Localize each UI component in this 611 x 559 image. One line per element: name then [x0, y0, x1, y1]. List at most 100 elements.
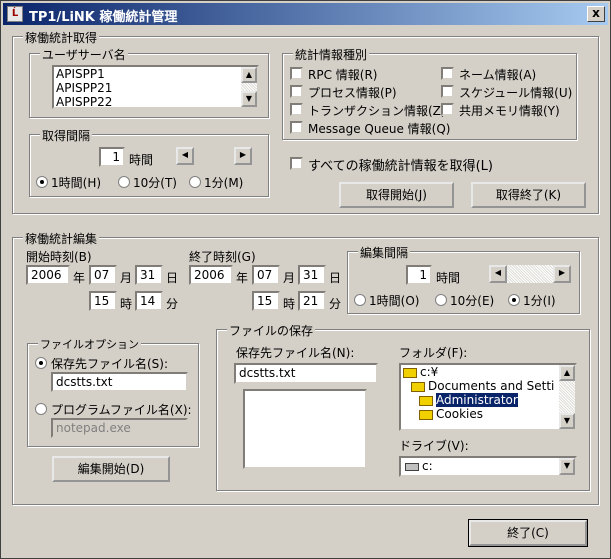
start-minute-unit: 分 — [166, 297, 179, 311]
drive-icon — [405, 462, 419, 471]
drive-value: c: — [422, 459, 433, 473]
acquire-group-legend: 稼働統計取得 — [23, 29, 100, 46]
edit-10m-label[interactable]: 10分(E) — [450, 292, 494, 309]
edit-interval-right-button[interactable]: ▶ — [553, 265, 571, 283]
process-checkbox[interactable] — [290, 85, 303, 98]
edit-interval-legend: 編集間隔 — [358, 244, 411, 261]
close-button[interactable]: x — [587, 6, 605, 22]
list-item[interactable]: APISPP22 — [54, 95, 257, 107]
program-file-label[interactable]: プログラムファイル名(X): — [51, 401, 192, 418]
app-icon: Ĺ — [7, 6, 23, 22]
all-stats-label[interactable]: すべての稼働統計情報を取得(L) — [308, 155, 493, 174]
folder-icon — [419, 409, 433, 420]
scroll-up-button[interactable]: ▲ — [241, 67, 257, 83]
start-hour-unit: 時 — [120, 297, 133, 311]
transaction-checkbox[interactable] — [290, 103, 303, 116]
all-stats-checkbox[interactable] — [290, 157, 303, 170]
end-year-input[interactable]: 2006 — [189, 265, 233, 285]
save-file-label[interactable]: 保存先ファイル名(S): — [51, 355, 168, 372]
acquire-interval-track[interactable] — [194, 147, 234, 165]
drive-select[interactable]: c: ▼ — [399, 456, 577, 477]
transaction-label[interactable]: トランザクション情報(Z) — [308, 102, 446, 119]
end-hour-input[interactable]: 15 — [252, 291, 280, 311]
start-day-input[interactable]: 31 — [135, 265, 163, 285]
start-hour-input[interactable]: 15 — [89, 291, 117, 311]
edit-1h-label[interactable]: 1時間(O) — [369, 292, 419, 309]
folder-scroll-up-button[interactable]: ▲ — [559, 365, 575, 381]
name-label[interactable]: ネーム情報(A) — [459, 66, 536, 83]
user-server-list[interactable]: APISPP1 APISPP21 APISPP22 ▲ ▼ — [52, 65, 259, 109]
start-time-label: 開始時刻(B) — [26, 250, 92, 264]
name-checkbox[interactable] — [441, 67, 454, 80]
folder-item-label: Cookies — [436, 407, 483, 421]
folder-item[interactable]: Documents and Setti — [401, 379, 575, 393]
exit-button[interactable]: 終了(C) — [468, 519, 588, 547]
acquire-start-button[interactable]: 取得開始(J) — [339, 182, 454, 208]
user-server-legend: ユーザサーバ名 — [40, 46, 128, 63]
shared-memory-label[interactable]: 共用メモリ情報(Y) — [459, 102, 560, 119]
folder-open-icon — [411, 381, 425, 392]
edit-10m-radio[interactable] — [435, 294, 447, 306]
end-minute-input[interactable]: 21 — [298, 291, 326, 311]
save-file-radio[interactable] — [35, 357, 47, 369]
acquire-interval-right-button[interactable]: ▶ — [234, 147, 252, 165]
edit-1h-radio[interactable] — [354, 294, 366, 306]
start-year-input[interactable]: 2006 — [26, 265, 70, 285]
folder-list[interactable]: c:¥ Documents and Setti Administrator Co… — [399, 363, 577, 431]
folder-open-icon — [403, 367, 417, 378]
scroll-down-button[interactable]: ▼ — [241, 91, 257, 107]
rpc-checkbox[interactable] — [290, 67, 303, 80]
edit-1m-radio[interactable] — [508, 294, 520, 306]
file-option-legend: ファイルオプション — [38, 336, 141, 352]
message-queue-checkbox[interactable] — [290, 121, 303, 134]
acquire-10m-radio[interactable] — [118, 176, 130, 188]
rpc-label[interactable]: RPC 情報(R) — [308, 66, 377, 83]
edit-1m-label[interactable]: 1分(I) — [523, 292, 556, 309]
end-month-input[interactable]: 07 — [252, 265, 280, 285]
edit-interval-left-button[interactable]: ◀ — [489, 265, 507, 283]
folder-item[interactable]: Cookies — [401, 407, 575, 421]
shared-memory-checkbox[interactable] — [441, 103, 454, 116]
list-item[interactable]: APISPP21 — [54, 81, 257, 95]
window-title: TP1/LiNK 稼働統計管理 — [29, 10, 178, 25]
start-month-unit: 月 — [120, 271, 133, 285]
file-save-legend: ファイルの保存 — [227, 322, 316, 339]
folder-item[interactable]: Administrator — [401, 393, 575, 407]
schedule-checkbox[interactable] — [441, 85, 454, 98]
acquire-interval-unit: 時間 — [129, 153, 154, 167]
filename-input[interactable]: dcstts.txt — [234, 363, 378, 384]
process-label[interactable]: プロセス情報(P) — [308, 84, 397, 101]
end-day-input[interactable]: 31 — [298, 265, 326, 285]
save-file-input[interactable]: dcstts.txt — [51, 372, 188, 392]
acquire-interval-input[interactable]: 1 — [99, 147, 125, 167]
acquire-interval-left-button[interactable]: ◀ — [176, 147, 194, 165]
end-hour-unit: 時 — [283, 297, 296, 311]
edit-interval-input[interactable]: 1 — [406, 265, 432, 285]
acquire-10m-label[interactable]: 10分(T) — [133, 174, 177, 191]
start-minute-input[interactable]: 14 — [135, 291, 163, 311]
chevron-down-icon[interactable]: ▼ — [559, 458, 575, 475]
folder-item-label: c:¥ — [420, 365, 439, 379]
program-file-radio[interactable] — [35, 403, 47, 415]
folder-scroll-down-button[interactable]: ▼ — [559, 413, 575, 429]
folder-item[interactable]: c:¥ — [401, 365, 575, 379]
folder-scroll-track[interactable] — [559, 381, 575, 413]
edit-start-button[interactable]: 編集開始(D) — [52, 456, 170, 482]
list-item[interactable]: APISPP1 — [54, 67, 257, 81]
start-year-unit: 年 — [73, 271, 86, 285]
acquire-1h-label[interactable]: 1時間(H) — [51, 174, 101, 191]
start-month-input[interactable]: 07 — [89, 265, 117, 285]
acquire-1h-radio[interactable] — [36, 176, 48, 188]
file-list[interactable] — [243, 389, 367, 469]
message-queue-label[interactable]: Message Queue 情報(Q) — [308, 120, 450, 137]
acquire-interval-legend: 取得間隔 — [40, 127, 93, 144]
acquire-1m-radio[interactable] — [189, 176, 201, 188]
acquire-1m-label[interactable]: 1分(M) — [204, 174, 243, 191]
scroll-track[interactable] — [241, 83, 257, 91]
end-day-unit: 日 — [329, 271, 342, 285]
title-bar[interactable]: Ĺ TP1/LiNK 稼働統計管理 x — [3, 3, 608, 25]
program-file-input: notepad.exe — [51, 418, 188, 438]
acquire-stop-button[interactable]: 取得終了(K) — [471, 182, 586, 208]
edit-interval-track[interactable] — [507, 265, 553, 283]
schedule-label[interactable]: スケジュール情報(U) — [459, 84, 572, 101]
